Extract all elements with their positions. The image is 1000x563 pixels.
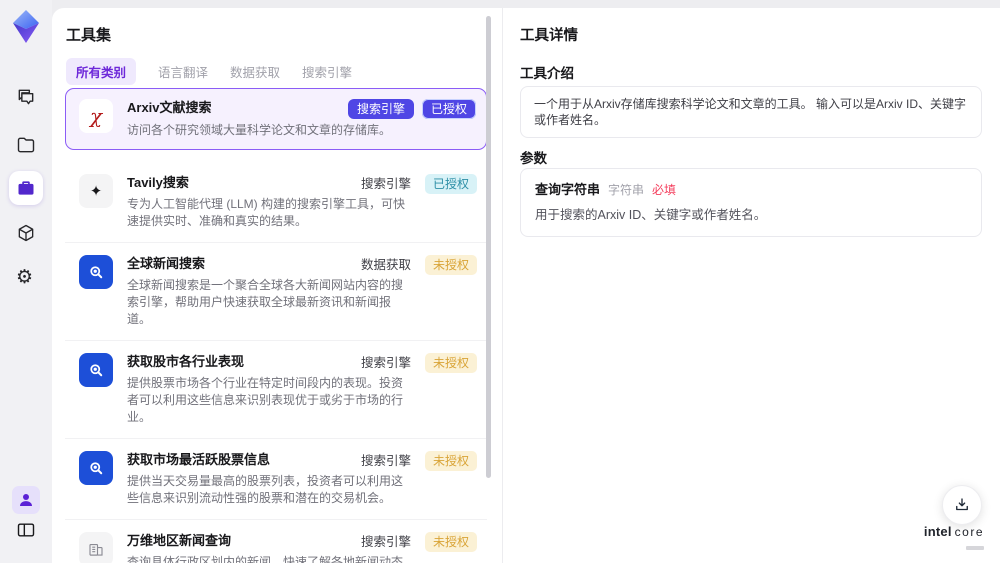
main-content: 工具集 所有类别 语言翻译 数据获取 搜索引擎 χ Arxiv文献搜索 搜索引擎… (52, 8, 1000, 563)
chat-icon[interactable] (16, 87, 36, 107)
briefcase-icon (18, 181, 34, 195)
tab-search-engine[interactable]: 搜索引擎 (302, 62, 352, 81)
tool-card-sector-performance[interactable]: 获取股市各行业表现 搜索引擎 未授权 提供股票市场各个行业在特定时间段内的表现。… (65, 341, 487, 439)
sidebar-item-tools[interactable] (9, 171, 43, 205)
category-label: 搜索引擎 (360, 535, 411, 549)
tool-list: χ Arxiv文献搜索 搜索引擎 已授权 访问各个研究领域大量科学论文和文章的存… (65, 88, 487, 563)
sidebar-rail: ⚙ (0, 0, 52, 563)
tools-panel: 工具集 所有类别 语言翻译 数据获取 搜索引擎 χ Arxiv文献搜索 搜索引擎… (52, 8, 503, 563)
category-tabs: 所有类别 语言翻译 数据获取 搜索引擎 (66, 58, 352, 85)
tool-card-tavily[interactable]: ✦ Tavily搜索 搜索引擎 已授权 专为人工智能代理 (LLM) 构建的搜索… (65, 162, 487, 243)
tool-title: Arxiv文献搜索 (127, 100, 212, 115)
category-label: 搜索引擎 (360, 454, 411, 468)
tool-card-global-news[interactable]: 全球新闻搜索 数据获取 未授权 全球新闻搜索是一个聚合全球各大新闻网站内容的搜索… (65, 243, 487, 341)
tab-all-categories[interactable]: 所有类别 (66, 58, 137, 85)
folder-icon[interactable] (16, 135, 36, 155)
tool-description: 查询具体行政区划内的新闻，快速了解各地新闻动态 (127, 555, 404, 563)
tool-card-most-active-stocks[interactable]: 获取市场最活跃股票信息 搜索引擎 未授权 提供当天交易量最高的股票列表，投资者可… (65, 439, 487, 520)
tool-details-panel: 工具详情 工具介绍 一个用于从Arxiv存储库搜索科学论文和文章的工具。 输入可… (504, 8, 1000, 563)
param-required-label: 必填 (652, 183, 677, 197)
status-badge: 未授权 (424, 353, 477, 373)
tool-title: 全球新闻搜索 (127, 256, 206, 271)
list-scrollbar-thumb[interactable] (486, 16, 491, 478)
param-description: 用于搜索的Arxiv ID、关键字或作者姓名。 (535, 208, 767, 222)
category-badge: 搜索引擎 (347, 99, 414, 119)
param-name: 查询字符串 (535, 182, 601, 197)
tool-description: 提供当天交易量最高的股票列表，投资者可以利用这些信息来识别流动性强的股票和潜在的… (127, 474, 404, 505)
user-profile-icon[interactable] (12, 486, 40, 514)
tool-description: 全球新闻搜索是一个聚合全球各大新闻网站内容的搜索引擎，帮助用户快速获取全球最新资… (127, 278, 404, 326)
arxiv-logo-icon: χ (79, 99, 113, 133)
param-type: 字符串 (608, 183, 645, 197)
tool-title: 获取股市各行业表现 (127, 354, 245, 369)
category-label: 数据获取 (360, 258, 411, 272)
cube-icon[interactable] (16, 223, 36, 243)
tool-card-arxiv[interactable]: χ Arxiv文献搜索 搜索引擎 已授权 访问各个研究领域大量科学论文和文章的存… (65, 88, 487, 150)
tool-description: 专为人工智能代理 (LLM) 构建的搜索引擎工具，可快速提供实时、准确和真实的结… (127, 197, 406, 228)
stock-tool-logo-icon (79, 451, 113, 485)
download-icon (956, 498, 968, 511)
regional-news-logo-icon (79, 532, 113, 563)
category-label: 搜索引擎 (360, 356, 411, 370)
settings-gear-icon[interactable]: ⚙ (16, 268, 36, 288)
tool-card-regional-news[interactable]: 万维地区新闻查询 搜索引擎 未授权 查询具体行政区划内的新闻，快速了解各地新闻动… (65, 520, 487, 563)
download-button[interactable] (942, 485, 982, 525)
layout-toggle-icon[interactable] (16, 520, 36, 540)
tool-title: 获取市场最活跃股票信息 (127, 452, 271, 467)
news-search-logo-icon (79, 255, 113, 289)
intro-text-box: 一个用于从Arxiv存储库搜索科学论文和文章的工具。 输入可以是Arxiv ID… (520, 86, 982, 138)
tavily-logo-icon: ✦ (79, 174, 113, 208)
intel-core-logo: intel core (924, 525, 984, 553)
status-badge: 已授权 (424, 174, 477, 194)
status-badge: 未授权 (424, 532, 477, 552)
brand-core-text: core (954, 525, 984, 539)
brand-intel-text: intel (923, 524, 952, 539)
status-badge: 未授权 (424, 451, 477, 471)
app-logo-icon (13, 10, 39, 43)
status-badge: 已授权 (421, 99, 476, 119)
category-label: 搜索引擎 (360, 177, 411, 191)
details-title: 工具详情 (520, 28, 578, 44)
status-badge: 未授权 (424, 255, 477, 275)
brand-underline-bar (966, 546, 984, 550)
tool-description: 提供股票市场各个行业在特定时间段内的表现。投资者可以利用这些信息来识别表现优于或… (127, 376, 404, 424)
tool-description: 访问各个研究领域大量科学论文和文章的存储库。 (127, 123, 392, 137)
tool-title: Tavily搜索 (127, 175, 189, 190)
page-title: 工具集 (66, 27, 112, 44)
tab-translation[interactable]: 语言翻译 (158, 62, 208, 81)
params-heading: 参数 (520, 151, 547, 166)
intro-heading: 工具介绍 (520, 66, 574, 81)
tab-data-fetch[interactable]: 数据获取 (230, 62, 280, 81)
stock-tool-logo-icon (79, 353, 113, 387)
param-card: 查询字符串 字符串 必填 用于搜索的Arxiv ID、关键字或作者姓名。 (520, 168, 982, 237)
tool-title: 万维地区新闻查询 (127, 533, 232, 548)
